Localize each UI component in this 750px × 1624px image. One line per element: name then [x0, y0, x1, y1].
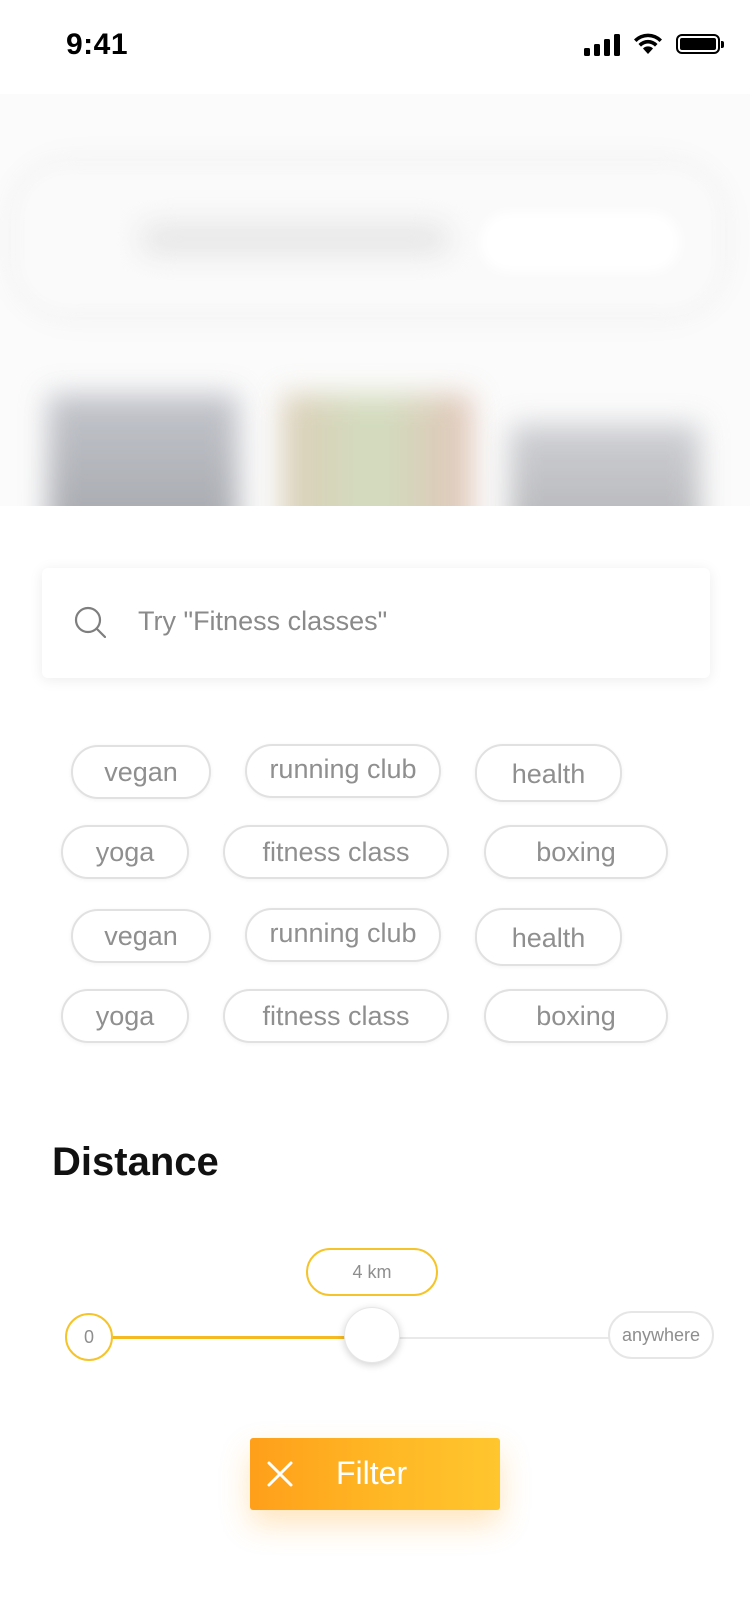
tag-chip[interactable]: yoga: [61, 825, 189, 879]
cellular-signal-icon: [584, 32, 620, 56]
wifi-icon: [634, 33, 662, 54]
tag-chip[interactable]: fitness class: [223, 989, 449, 1043]
tag-chip[interactable]: boxing: [484, 825, 668, 879]
slider-track-fill: [112, 1336, 360, 1339]
status-time: 9:41: [66, 28, 129, 61]
tag-chip[interactable]: vegan: [71, 909, 211, 963]
slider-thumb[interactable]: [344, 1307, 400, 1363]
slider-value-badge: 4 km: [306, 1248, 438, 1296]
search-input[interactable]: Try "Fitness classes": [42, 568, 710, 678]
tag-chip[interactable]: running club: [245, 744, 441, 798]
filter-button-label: Filter: [336, 1455, 408, 1491]
tag-chip[interactable]: running club: [245, 908, 441, 962]
tag-chip[interactable]: health: [475, 908, 622, 966]
blurred-photo: [282, 394, 472, 506]
status-icons: [584, 32, 724, 56]
close-icon: [267, 1461, 293, 1487]
slider-min-badge: 0: [65, 1313, 113, 1361]
tag-chip[interactable]: yoga: [61, 989, 189, 1043]
section-title-distance: Distance: [52, 1140, 219, 1184]
blurred-photo: [510, 424, 700, 506]
blurred-photo: [48, 394, 238, 506]
tag-chip[interactable]: vegan: [71, 745, 211, 799]
tag-chip[interactable]: fitness class: [223, 825, 449, 879]
blurred-background: [0, 94, 750, 506]
blurred-button: [480, 212, 680, 272]
tag-chip[interactable]: boxing: [484, 989, 668, 1043]
blurred-text: [140, 224, 450, 254]
search-placeholder: Try "Fitness classes": [138, 606, 388, 636]
filter-button[interactable]: Filter: [250, 1438, 500, 1510]
status-bar: 9:41: [0, 0, 750, 94]
battery-icon: [676, 34, 724, 54]
search-icon: [74, 606, 106, 638]
slider-max-badge: anywhere: [608, 1311, 714, 1359]
tag-chip[interactable]: health: [475, 744, 622, 802]
